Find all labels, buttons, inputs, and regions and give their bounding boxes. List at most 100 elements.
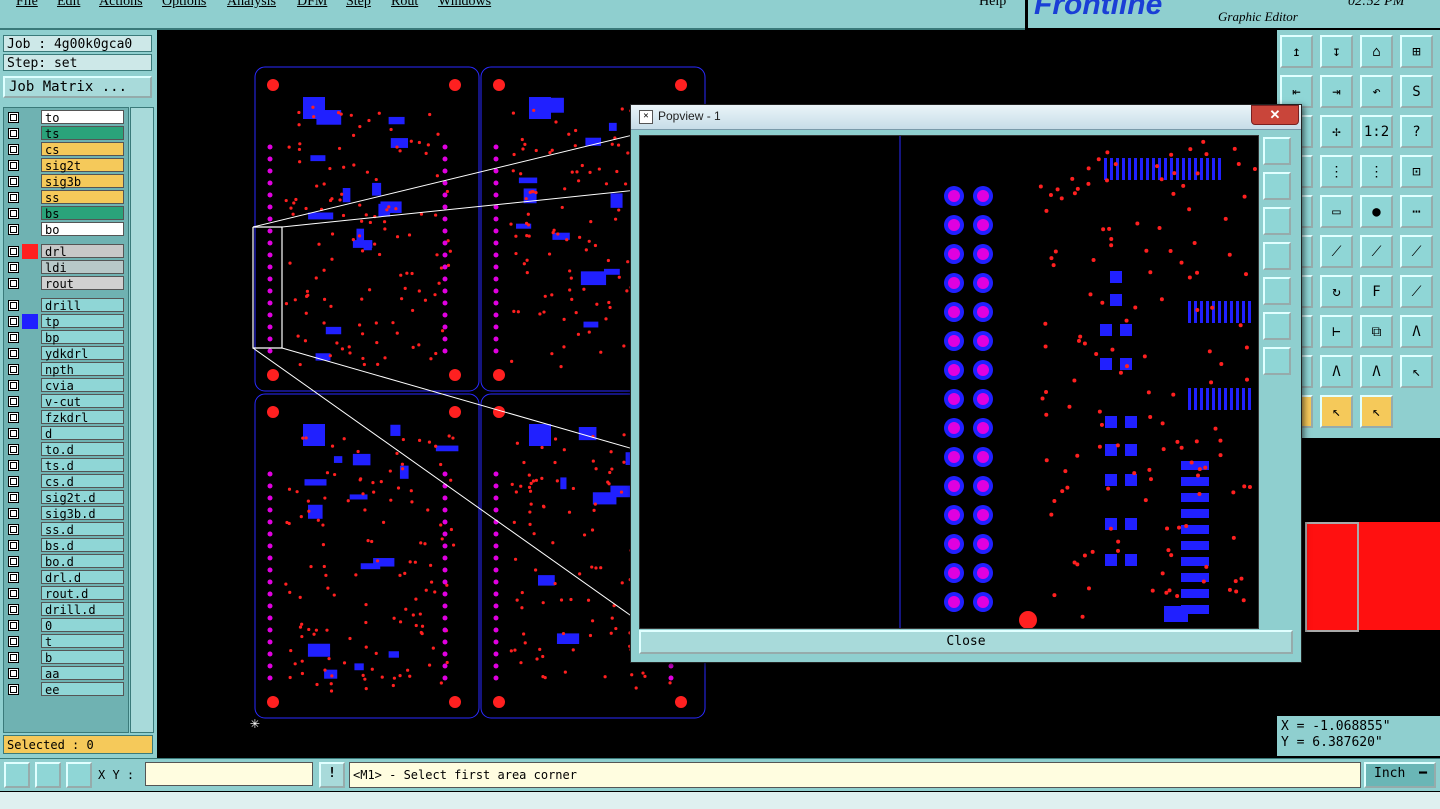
- layer-checkbox[interactable]: [8, 160, 19, 171]
- layer-checkbox[interactable]: [8, 412, 19, 423]
- layer-checkbox[interactable]: [8, 652, 19, 663]
- layer-row-bo[interactable]: bo: [4, 222, 126, 237]
- tool-icon-34[interactable]: Λ: [1360, 355, 1393, 388]
- tool-icon-26[interactable]: F: [1360, 275, 1393, 308]
- layer-name[interactable]: ss.d: [41, 522, 124, 537]
- tool-icon-1[interactable]: ↧: [1320, 35, 1353, 68]
- layer-name[interactable]: ee: [41, 682, 124, 697]
- layer-name[interactable]: ydkdrl: [41, 346, 124, 361]
- layer-checkbox[interactable]: [8, 128, 19, 139]
- menu-file[interactable]: File: [16, 0, 38, 10]
- layer-checkbox[interactable]: [8, 492, 19, 503]
- layer-row-drill[interactable]: drill: [4, 298, 126, 313]
- layer-checkbox[interactable]: [8, 300, 19, 311]
- tool-icon-11[interactable]: ?: [1400, 115, 1433, 148]
- tool-icon-5[interactable]: ⇥: [1320, 75, 1353, 108]
- tool-icon-9[interactable]: ✢: [1320, 115, 1353, 148]
- layer-name[interactable]: rout: [41, 276, 124, 291]
- close-icon[interactable]: ✕: [1251, 105, 1299, 125]
- layer-row-bp[interactable]: bp: [4, 330, 126, 345]
- layer-row-tp[interactable]: tp: [4, 314, 126, 329]
- layer-row-ydkdrl[interactable]: ydkdrl: [4, 346, 126, 361]
- layer-row-rout.d[interactable]: rout.d: [4, 586, 126, 601]
- layer-name[interactable]: aa: [41, 666, 124, 681]
- layer-checkbox[interactable]: [8, 508, 19, 519]
- layer-row-d[interactable]: d: [4, 426, 126, 441]
- layer-name[interactable]: rout.d: [41, 586, 124, 601]
- popview-pan-down-icon[interactable]: [1263, 207, 1291, 235]
- tool-icon-22[interactable]: ⟋: [1360, 235, 1393, 268]
- layer-checkbox[interactable]: [8, 460, 19, 471]
- layer-row-fzkdrl[interactable]: fzkdrl: [4, 410, 126, 425]
- tool-icon-25[interactable]: ↻: [1320, 275, 1353, 308]
- layer-checkbox[interactable]: [8, 364, 19, 375]
- tool-icon-33[interactable]: Λ: [1320, 355, 1353, 388]
- layer-name[interactable]: ss: [41, 190, 124, 205]
- menu-analysis[interactable]: Analysis: [227, 0, 276, 10]
- layer-row-ss[interactable]: ss: [4, 190, 126, 205]
- layer-name[interactable]: bp: [41, 330, 124, 345]
- layer-name[interactable]: npth: [41, 362, 124, 377]
- layer-name[interactable]: drl.d: [41, 570, 124, 585]
- layer-row-to[interactable]: to: [4, 110, 126, 125]
- grid-icon[interactable]: [66, 762, 92, 788]
- layer-name[interactable]: b: [41, 650, 124, 665]
- tool-icon-6[interactable]: ↶: [1360, 75, 1393, 108]
- layer-name[interactable]: drill: [41, 298, 124, 313]
- popview-pan-up-icon[interactable]: [1263, 172, 1291, 200]
- layer-row-bs.d[interactable]: bs.d: [4, 538, 126, 553]
- menu-options[interactable]: Options: [162, 0, 206, 10]
- layer-checkbox[interactable]: [8, 208, 19, 219]
- layer-checkbox[interactable]: [8, 176, 19, 187]
- layer-name[interactable]: sig3b: [41, 174, 124, 189]
- layer-checkbox[interactable]: [8, 668, 19, 679]
- layer-row-bo.d[interactable]: bo.d: [4, 554, 126, 569]
- menu-edit[interactable]: Edit: [57, 0, 80, 10]
- tool-icon-3[interactable]: ⊞: [1400, 35, 1433, 68]
- tool-icon-27[interactable]: ⟋: [1400, 275, 1433, 308]
- popview-zoom-view[interactable]: [639, 135, 1259, 629]
- popview-titlebar[interactable]: ✕ Popview - 1 ✕: [631, 105, 1301, 130]
- menu-rout[interactable]: Rout: [391, 0, 418, 10]
- tool-icon-37[interactable]: ↖: [1320, 395, 1353, 428]
- layer-row-npth[interactable]: npth: [4, 362, 126, 377]
- layer-row-ts[interactable]: ts: [4, 126, 126, 141]
- layer-name[interactable]: cs.d: [41, 474, 124, 489]
- layer-row-drl[interactable]: drl: [4, 244, 126, 259]
- layer-checkbox[interactable]: [8, 636, 19, 647]
- layer-name[interactable]: ts: [41, 126, 124, 141]
- layer-name[interactable]: 0: [41, 618, 124, 633]
- tool-icon-31[interactable]: Λ: [1400, 315, 1433, 348]
- tool-icon-23[interactable]: ⟋: [1400, 235, 1433, 268]
- layer-checkbox[interactable]: [8, 262, 19, 273]
- layer-name[interactable]: v-cut: [41, 394, 124, 409]
- layer-checkbox[interactable]: [8, 348, 19, 359]
- tool-icon-7[interactable]: S: [1400, 75, 1433, 108]
- menu-windows[interactable]: Windows: [438, 0, 491, 10]
- layer-row-ldi[interactable]: ldi: [4, 260, 126, 275]
- tool-icon-15[interactable]: ⊡: [1400, 155, 1433, 188]
- layer-row-sig3b[interactable]: sig3b: [4, 174, 126, 189]
- menu-actions[interactable]: Actions: [99, 0, 143, 10]
- layer-checkbox[interactable]: [8, 556, 19, 567]
- tool-icon-29[interactable]: ⊢: [1320, 315, 1353, 348]
- layer-name[interactable]: to: [41, 110, 124, 125]
- layer-checkbox[interactable]: [8, 444, 19, 455]
- layer-row-sig2t[interactable]: sig2t: [4, 158, 126, 173]
- tool-icon-0[interactable]: ↥: [1280, 35, 1313, 68]
- zoomed-pcb-view[interactable]: [640, 136, 1258, 628]
- layer-checkbox[interactable]: [8, 572, 19, 583]
- job-matrix-button[interactable]: Job Matrix ...: [3, 76, 152, 98]
- layer-name[interactable]: cs: [41, 142, 124, 157]
- layer-row-cvia[interactable]: cvia: [4, 378, 126, 393]
- tool-icon-35[interactable]: ↖: [1400, 355, 1433, 388]
- layer-name[interactable]: to.d: [41, 442, 124, 457]
- layer-row-b[interactable]: b: [4, 650, 126, 665]
- measure-icon[interactable]: [35, 762, 61, 788]
- layer-checkbox[interactable]: [8, 112, 19, 123]
- layer-checkbox[interactable]: [8, 316, 19, 327]
- layer-checkbox[interactable]: [8, 620, 19, 631]
- layer-name[interactable]: bo: [41, 222, 124, 237]
- xy-input[interactable]: [145, 762, 313, 786]
- layer-row-ts.d[interactable]: ts.d: [4, 458, 126, 473]
